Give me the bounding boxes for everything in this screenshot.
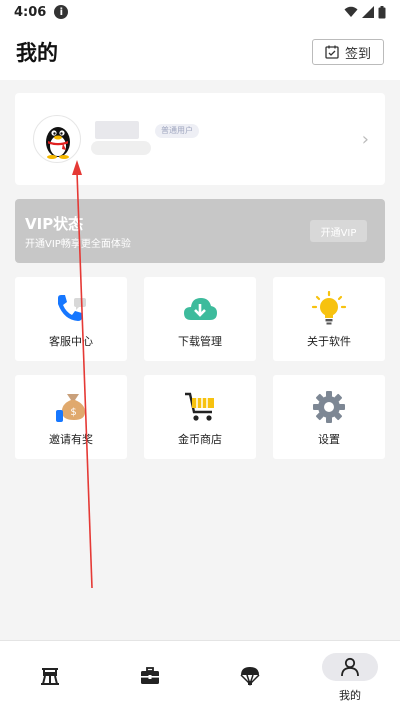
vip-card: VIP状态 开通VIP畅享更全面体验 开通VIP [15, 199, 385, 263]
tile-about[interactable]: 关于软件 [273, 277, 385, 361]
bottom-nav: 我的 [0, 640, 400, 712]
signal-icon [362, 6, 374, 18]
tile-label: 设置 [318, 433, 340, 446]
wifi-icon [344, 6, 358, 17]
status-bar: 4:06 i [0, 0, 400, 24]
nav-home[interactable] [0, 641, 100, 712]
person-icon [322, 653, 378, 681]
tile-label: 下载管理 [178, 335, 222, 348]
tile-label: 客服中心 [49, 335, 93, 348]
user-level-badge: 普通用户 [155, 124, 199, 138]
username-redacted [91, 121, 165, 155]
calendar-check-icon [325, 45, 339, 59]
tile-settings[interactable]: 设置 [273, 375, 385, 459]
checkin-label: 签到 [344, 46, 371, 62]
briefcase-icon [139, 665, 161, 687]
nav-toolbox[interactable] [100, 641, 200, 712]
svg-text:$: $ [70, 407, 76, 418]
checkin-button[interactable]: 签到 [312, 39, 384, 65]
nav-mine-label: 我的 [339, 689, 361, 702]
nav-discover[interactable] [200, 641, 300, 712]
page-title: 我的 [16, 41, 58, 65]
vip-title: VIP状态 [25, 215, 84, 233]
redacted-name [95, 121, 139, 139]
chevron-right-icon: › [361, 129, 369, 150]
home-icon [39, 665, 61, 687]
tile-coin-shop[interactable]: 金币商店 [144, 375, 256, 459]
tile-label: 金币商店 [178, 433, 222, 446]
gear-icon [311, 389, 347, 425]
profile-card[interactable]: 普通用户 › [15, 93, 385, 185]
avatar[interactable] [33, 115, 81, 163]
vip-subtitle: 开通VIP畅享更全面体验 [25, 239, 131, 250]
tile-label: 邀请有奖 [49, 433, 93, 446]
nav-mine[interactable]: 我的 [300, 641, 400, 712]
tile-label: 关于软件 [307, 335, 351, 348]
money-bag-icon: $ [53, 389, 89, 425]
qq-penguin-icon [46, 127, 70, 159]
battery-icon [378, 5, 386, 18]
cloud-download-icon [182, 291, 218, 327]
tile-invite-reward[interactable]: $ 邀请有奖 [15, 375, 127, 459]
tile-download-manager[interactable]: 下载管理 [144, 277, 256, 361]
redacted-id [91, 141, 151, 155]
shopping-cart-icon [182, 389, 218, 425]
lightbulb-icon [311, 291, 347, 327]
status-time: 4:06 [14, 4, 47, 20]
open-vip-button[interactable]: 开通VIP [310, 220, 367, 242]
parachute-icon [239, 665, 261, 687]
status-indicators [344, 5, 386, 19]
info-icon: i [54, 5, 69, 19]
header: 我的 签到 [0, 24, 400, 80]
tile-customer-service[interactable]: 客服中心 [15, 277, 127, 361]
customer-service-icon [53, 291, 89, 327]
